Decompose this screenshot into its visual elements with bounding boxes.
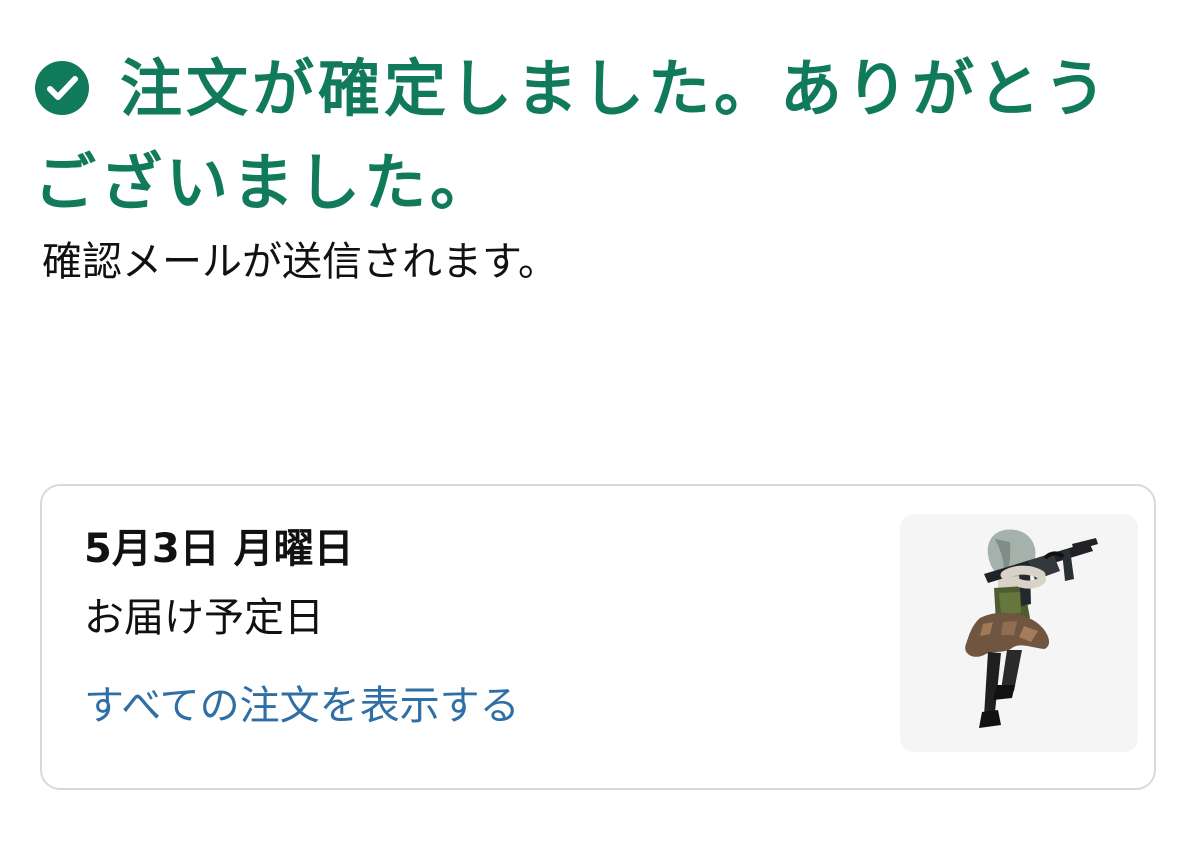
- order-confirmation-header: 注文が確定しました。ありがとうございました。: [34, 42, 1154, 230]
- confirmation-subtitle: 確認メールが送信されます。: [42, 239, 558, 285]
- confirmation-title-row: 注文が確定しました。ありがとうございました。: [34, 42, 1154, 230]
- order-summary-card: 5月3日 月曜日 お届け予定日 すべての注文を表示する: [40, 484, 1156, 790]
- delivery-label: お届け予定日: [84, 595, 324, 641]
- view-all-orders-link[interactable]: すべての注文を表示する: [84, 678, 520, 734]
- delivery-date: 5月3日 月曜日: [84, 526, 354, 572]
- check-circle-icon: [34, 48, 90, 115]
- product-thumbnail[interactable]: [900, 514, 1138, 752]
- confirmation-title: 注文が確定しました。ありがとうございました。: [34, 52, 1111, 219]
